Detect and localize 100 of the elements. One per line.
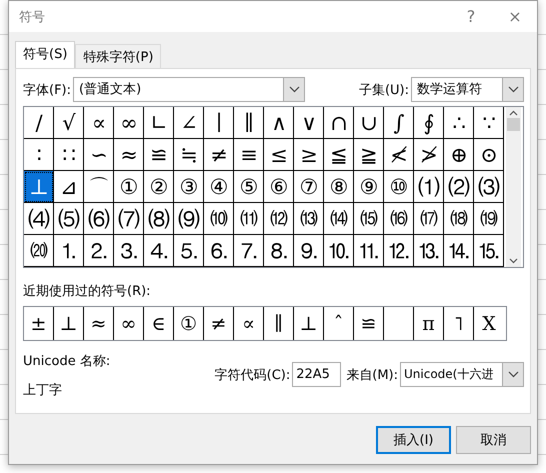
- recent-symbol-cell[interactable]: ∞: [114, 307, 144, 340]
- symbol-cell[interactable]: ⒄: [414, 203, 444, 235]
- symbol-cell[interactable]: ∮: [414, 107, 444, 139]
- symbol-cell[interactable]: ⒔: [414, 235, 444, 267]
- symbol-cell[interactable]: ⑿: [264, 203, 294, 235]
- symbol-cell[interactable]: ∧: [264, 107, 294, 139]
- dialog-button[interactable]: 取消: [456, 426, 531, 454]
- recent-symbol-cell[interactable]: ∝: [234, 307, 264, 340]
- symbol-cell[interactable]: ≒: [174, 139, 204, 171]
- symbol-cell[interactable]: ⌒: [84, 171, 114, 203]
- symbol-cell[interactable]: ⒁: [324, 203, 354, 235]
- symbol-cell[interactable]: ⑻: [144, 203, 174, 235]
- symbol-cell[interactable]: ≥: [294, 139, 324, 171]
- symbol-cell[interactable]: ②: [144, 171, 174, 203]
- symbol-cell[interactable]: ∨: [294, 107, 324, 139]
- symbol-cell[interactable]: ≮: [384, 139, 414, 171]
- symbol-cell[interactable]: ⑧: [324, 171, 354, 203]
- symbol-cell[interactable]: ∠: [174, 107, 204, 139]
- symbol-cell[interactable]: ⑼: [174, 203, 204, 235]
- symbol-cell[interactable]: ∵: [474, 107, 504, 139]
- symbol-cell[interactable]: ≧: [354, 139, 384, 171]
- recent-symbol-cell[interactable]: ∥: [264, 307, 294, 340]
- symbol-cell[interactable]: ⒐: [294, 235, 324, 267]
- symbol-cell[interactable]: ⑽: [204, 203, 234, 235]
- symbol-cell[interactable]: ∝: [84, 107, 114, 139]
- symbol-cell[interactable]: ⒉: [84, 235, 114, 267]
- symbol-cell[interactable]: ⑦: [294, 171, 324, 203]
- symbol-cell[interactable]: ≈: [114, 139, 144, 171]
- symbol-cell[interactable]: ⑹: [84, 203, 114, 235]
- recent-symbol-cell[interactable]: ∈: [144, 307, 174, 340]
- symbol-cell[interactable]: ⒆: [474, 203, 504, 235]
- recent-symbol-cell[interactable]: ①: [174, 307, 204, 340]
- symbol-cell[interactable]: ①: [114, 171, 144, 203]
- symbol-cell[interactable]: ∪: [354, 107, 384, 139]
- symbol-cell[interactable]: ⒏: [264, 235, 294, 267]
- symbol-cell[interactable]: ≌: [144, 139, 174, 171]
- dialog-button[interactable]: 插入(I): [376, 426, 451, 454]
- char-code-field[interactable]: 22A5: [292, 362, 342, 387]
- subset-dropdown[interactable]: 数学运算符: [411, 77, 524, 102]
- symbol-cell[interactable]: ∣: [204, 107, 234, 139]
- symbol-cell[interactable]: ∟: [144, 107, 174, 139]
- symbol-cell[interactable]: ⊥: [24, 171, 54, 203]
- symbol-cell[interactable]: ⒍: [204, 235, 234, 267]
- symbol-cell[interactable]: ④: [204, 171, 234, 203]
- symbol-cell[interactable]: ⒃: [384, 203, 414, 235]
- symbol-cell[interactable]: ⊿: [54, 171, 84, 203]
- symbol-cell[interactable]: ⑤: [234, 171, 264, 203]
- recent-symbol-cell[interactable]: ≈: [84, 307, 114, 340]
- recent-symbol-cell[interactable]: ˆ: [324, 307, 354, 340]
- symbol-cell[interactable]: ⒀: [294, 203, 324, 235]
- tab[interactable]: 符号(S): [15, 41, 76, 68]
- symbol-cell[interactable]: ⒑: [324, 235, 354, 267]
- symbol-cell[interactable]: /: [24, 107, 54, 139]
- symbol-cell[interactable]: ⒒: [354, 235, 384, 267]
- scroll-down-icon[interactable]: [509, 258, 518, 264]
- symbol-cell[interactable]: ⒋: [144, 235, 174, 267]
- symbol-cell[interactable]: ⑨: [354, 171, 384, 203]
- symbol-cell[interactable]: ∩: [324, 107, 354, 139]
- symbol-cell[interactable]: ∷: [54, 139, 84, 171]
- recent-symbol-cell[interactable]: ≌: [354, 307, 384, 340]
- recent-symbol-cell[interactable]: ˥: [444, 307, 474, 340]
- scroll-up-icon[interactable]: [509, 110, 518, 116]
- symbol-cell[interactable]: ⑴: [414, 171, 444, 203]
- symbol-cell[interactable]: ∥: [234, 107, 264, 139]
- symbol-cell[interactable]: ⑵: [444, 171, 474, 203]
- symbol-cell[interactable]: ⒕: [444, 235, 474, 267]
- symbol-cell[interactable]: ⒇: [24, 235, 54, 267]
- recent-symbol-cell[interactable]: π: [414, 307, 444, 340]
- recent-symbol-cell[interactable]: ⊥: [54, 307, 84, 340]
- symbol-cell[interactable]: ≯: [414, 139, 444, 171]
- recent-symbol-cell[interactable]: X: [474, 307, 504, 340]
- symbol-cell[interactable]: ≦: [324, 139, 354, 171]
- symbol-cell[interactable]: ⒈: [54, 235, 84, 267]
- symbol-cell[interactable]: ⒅: [444, 203, 474, 235]
- close-button[interactable]: ×: [493, 7, 537, 26]
- symbol-cell[interactable]: ⑩: [384, 171, 414, 203]
- symbol-cell[interactable]: ∫: [384, 107, 414, 139]
- symbol-cell[interactable]: ⒂: [354, 203, 384, 235]
- symbol-cell[interactable]: ≤: [264, 139, 294, 171]
- symbol-cell[interactable]: ∴: [444, 107, 474, 139]
- symbol-cell[interactable]: ≡: [234, 139, 264, 171]
- symbol-cell[interactable]: ∞: [114, 107, 144, 139]
- symbol-cell[interactable]: ⑷: [24, 203, 54, 235]
- recent-symbol-cell[interactable]: ≠: [204, 307, 234, 340]
- symbol-cell[interactable]: ⑥: [264, 171, 294, 203]
- symbol-cell[interactable]: √: [54, 107, 84, 139]
- symbol-cell[interactable]: ⒌: [174, 235, 204, 267]
- symbol-cell[interactable]: ⒊: [114, 235, 144, 267]
- symbol-cell[interactable]: ≠: [204, 139, 234, 171]
- scrollbar-thumb[interactable]: [507, 118, 520, 131]
- symbol-cell[interactable]: ⑶: [474, 171, 504, 203]
- symbol-cell[interactable]: ⒖: [474, 235, 504, 267]
- symbol-cell[interactable]: ⑾: [234, 203, 264, 235]
- symbol-cell[interactable]: ⑸: [54, 203, 84, 235]
- from-dropdown[interactable]: Unicode(十六进: [400, 362, 524, 387]
- symbol-cell[interactable]: ∽: [84, 139, 114, 171]
- symbol-cell[interactable]: ⊙: [474, 139, 504, 171]
- recent-symbol-cell[interactable]: ⊥: [294, 307, 324, 340]
- symbol-cell[interactable]: ③: [174, 171, 204, 203]
- recent-symbol-cell[interactable]: ±: [24, 307, 54, 340]
